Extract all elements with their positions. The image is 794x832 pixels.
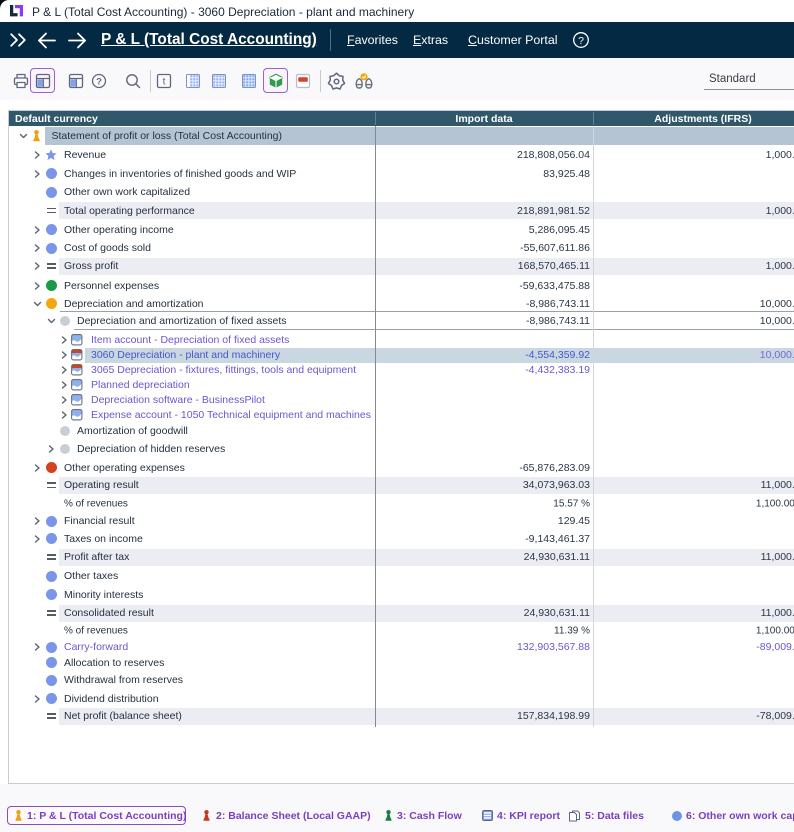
svg-text:?: ? xyxy=(96,76,102,87)
svg-text:?: ? xyxy=(578,35,584,47)
svg-text:t: t xyxy=(163,77,166,88)
